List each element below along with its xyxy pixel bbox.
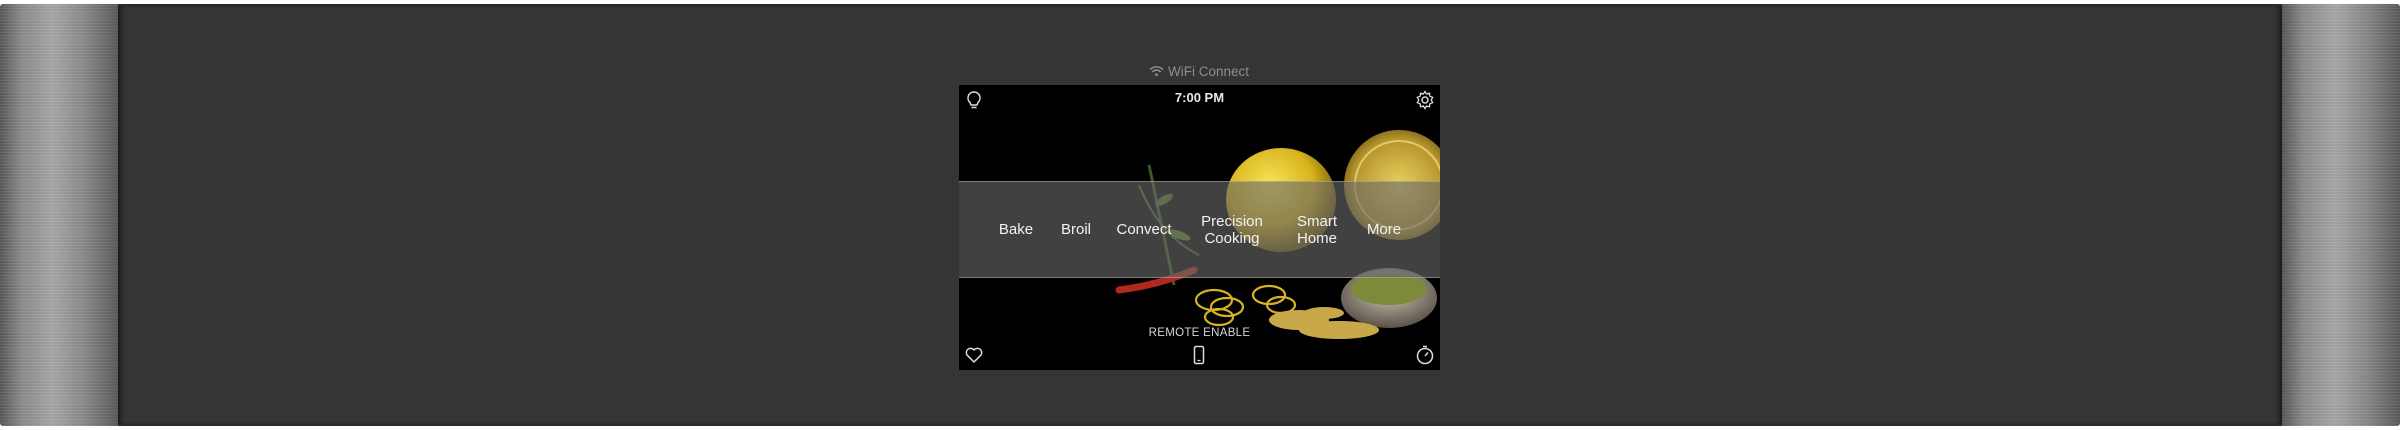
- remote-enable-label: REMOTE ENABLE: [1148, 327, 1251, 339]
- left-stainless-cap: [0, 4, 118, 426]
- wifi-connect-badge: WiFi Connect: [1149, 63, 1249, 79]
- menu-item-convect[interactable]: Convect: [1111, 182, 1177, 277]
- light-bulb-icon[interactable]: [963, 89, 985, 111]
- wifi-connect-label: WiFi Connect: [1168, 63, 1250, 79]
- heart-icon[interactable]: [963, 344, 985, 366]
- menu-item-smart-home[interactable]: Smart Home: [1287, 182, 1347, 277]
- cooking-mode-menu: Bake Broil Convect Precision Cooking Sma…: [959, 181, 1440, 278]
- menu-item-broil[interactable]: Broil: [1051, 182, 1101, 277]
- menu-item-precision-cooking[interactable]: Precision Cooking: [1187, 182, 1277, 277]
- gear-icon[interactable]: [1414, 89, 1436, 111]
- phone-icon[interactable]: [1188, 344, 1210, 366]
- wifi-icon: [1149, 66, 1164, 77]
- clock-display: 7:00 PM: [1174, 90, 1225, 105]
- menu-item-bake[interactable]: Bake: [991, 182, 1041, 277]
- right-stainless-cap: [2282, 4, 2400, 426]
- timer-icon[interactable]: [1414, 344, 1436, 366]
- menu-item-more[interactable]: More: [1357, 182, 1411, 277]
- touch-display[interactable]: 7:00 PM Bake Broil Convect Precision Coo…: [959, 85, 1440, 370]
